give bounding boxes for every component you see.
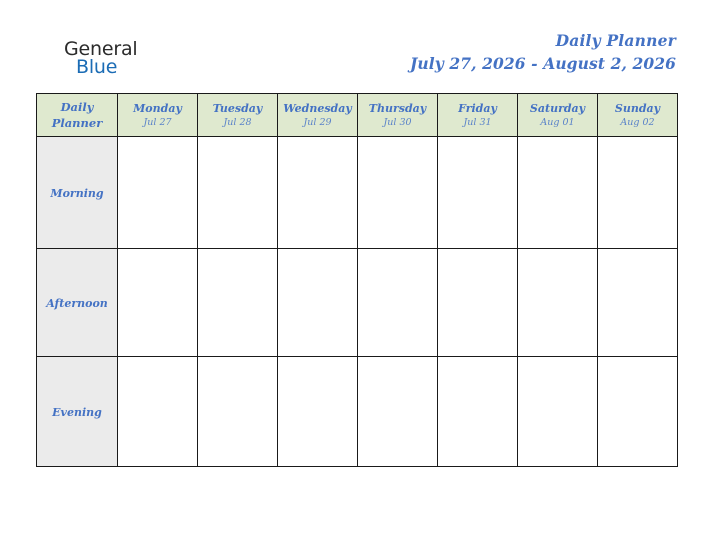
corner-label-line1: Daily bbox=[60, 100, 94, 114]
column-header-friday: Friday Jul 31 bbox=[437, 93, 518, 137]
row-label-text: Morning bbox=[50, 186, 104, 200]
logo-text-blue: Blue bbox=[76, 56, 118, 78]
day-date: Jul 30 bbox=[383, 116, 412, 128]
slot-evening-monday[interactable] bbox=[117, 356, 198, 467]
day-name: Sunday bbox=[614, 101, 661, 115]
slot-morning-wednesday[interactable] bbox=[277, 136, 358, 249]
row-label-morning: Morning bbox=[36, 136, 118, 249]
title-block: Daily Planner July 27, 2026 - August 2, … bbox=[410, 31, 676, 74]
slot-afternoon-tuesday[interactable] bbox=[197, 248, 278, 357]
column-header-sunday: Sunday Aug 02 bbox=[597, 93, 678, 137]
table-corner-cell: Daily Planner bbox=[36, 93, 118, 137]
day-date: Jul 27 bbox=[143, 116, 172, 128]
slot-morning-tuesday[interactable] bbox=[197, 136, 278, 249]
slot-evening-thursday[interactable] bbox=[357, 356, 438, 467]
slot-evening-saturday[interactable] bbox=[517, 356, 598, 467]
daily-planner-page: General Blue Daily Planner July 27, 2026… bbox=[0, 0, 712, 550]
page-title: Daily Planner bbox=[555, 31, 676, 50]
slot-morning-friday[interactable] bbox=[437, 136, 518, 249]
slot-afternoon-monday[interactable] bbox=[117, 248, 198, 357]
column-header-thursday: Thursday Jul 30 bbox=[357, 93, 438, 137]
day-date: Aug 02 bbox=[620, 116, 655, 128]
table-row-afternoon: Afternoon bbox=[36, 248, 678, 357]
slot-afternoon-friday[interactable] bbox=[437, 248, 518, 357]
slot-evening-friday[interactable] bbox=[437, 356, 518, 467]
row-label-afternoon: Afternoon bbox=[36, 248, 118, 357]
slot-afternoon-saturday[interactable] bbox=[517, 248, 598, 357]
day-date: Jul 29 bbox=[303, 116, 332, 128]
column-header-wednesday: Wednesday Jul 29 bbox=[277, 93, 358, 137]
day-date: Aug 01 bbox=[540, 116, 575, 128]
general-blue-logo: General Blue bbox=[64, 38, 184, 82]
table-row-evening: Evening bbox=[36, 356, 678, 467]
slot-morning-sunday[interactable] bbox=[597, 136, 678, 249]
row-label-evening: Evening bbox=[36, 356, 118, 467]
column-header-monday: Monday Jul 27 bbox=[117, 93, 198, 137]
table-header-row: Daily Planner Monday Jul 27 Tuesday Jul … bbox=[36, 93, 678, 137]
day-name: Thursday bbox=[368, 101, 427, 115]
day-name: Tuesday bbox=[212, 101, 263, 115]
slot-afternoon-sunday[interactable] bbox=[597, 248, 678, 357]
day-name: Friday bbox=[458, 101, 497, 115]
slot-morning-monday[interactable] bbox=[117, 136, 198, 249]
table-row-morning: Morning bbox=[36, 136, 678, 249]
row-label-text: Afternoon bbox=[46, 296, 108, 310]
day-name: Wednesday bbox=[283, 101, 352, 115]
page-header: General Blue Daily Planner July 27, 2026… bbox=[0, 0, 712, 93]
day-name: Monday bbox=[133, 101, 182, 115]
day-name: Saturday bbox=[529, 101, 586, 115]
slot-afternoon-thursday[interactable] bbox=[357, 248, 438, 357]
date-range-label: July 27, 2026 - August 2, 2026 bbox=[409, 54, 676, 73]
day-date: Jul 28 bbox=[223, 116, 252, 128]
slot-evening-sunday[interactable] bbox=[597, 356, 678, 467]
column-header-saturday: Saturday Aug 01 bbox=[517, 93, 598, 137]
slot-evening-wednesday[interactable] bbox=[277, 356, 358, 467]
row-label-text: Evening bbox=[52, 405, 102, 419]
slot-morning-thursday[interactable] bbox=[357, 136, 438, 249]
slot-afternoon-wednesday[interactable] bbox=[277, 248, 358, 357]
slot-evening-tuesday[interactable] bbox=[197, 356, 278, 467]
day-date: Jul 31 bbox=[463, 116, 492, 128]
column-header-tuesday: Tuesday Jul 28 bbox=[197, 93, 278, 137]
slot-morning-saturday[interactable] bbox=[517, 136, 598, 249]
planner-table: Daily Planner Monday Jul 27 Tuesday Jul … bbox=[36, 93, 678, 467]
corner-label-line2: Planner bbox=[51, 116, 103, 130]
